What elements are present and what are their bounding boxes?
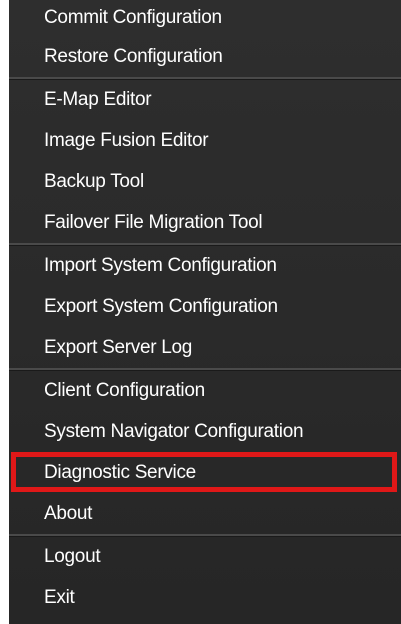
menu-item-system-navigator-configuration[interactable]: System Navigator Configuration bbox=[9, 411, 401, 452]
menu-item-commit-configuration[interactable]: Commit Configuration bbox=[9, 0, 401, 36]
menu-item-image-fusion-editor[interactable]: Image Fusion Editor bbox=[9, 120, 401, 161]
menu-item-logout[interactable]: Logout bbox=[9, 536, 401, 577]
menu-item-export-server-log[interactable]: Export Server Log bbox=[9, 327, 401, 368]
menu-group-configuration: Commit Configuration Restore Configurati… bbox=[9, 0, 401, 79]
menu-item-about[interactable]: About bbox=[9, 493, 401, 534]
menu-group-import-export: Import System Configuration Export Syste… bbox=[9, 245, 401, 370]
context-menu: Commit Configuration Restore Configurati… bbox=[9, 0, 401, 624]
menu-item-import-system-configuration[interactable]: Import System Configuration bbox=[9, 245, 401, 286]
menu-item-exit[interactable]: Exit bbox=[9, 577, 401, 618]
menu-item-client-configuration[interactable]: Client Configuration bbox=[9, 370, 401, 411]
menu-item-export-system-configuration[interactable]: Export System Configuration bbox=[9, 286, 401, 327]
menu-group-tools: E-Map Editor Image Fusion Editor Backup … bbox=[9, 79, 401, 245]
menu-item-backup-tool[interactable]: Backup Tool bbox=[9, 161, 401, 202]
menu-group-session: Logout Exit bbox=[9, 536, 401, 618]
menu-item-emap-editor[interactable]: E-Map Editor bbox=[9, 79, 401, 120]
menu-item-diagnostic-service[interactable]: Diagnostic Service bbox=[9, 452, 401, 493]
menu-item-failover-file-migration-tool[interactable]: Failover File Migration Tool bbox=[9, 202, 401, 243]
menu-item-restore-configuration[interactable]: Restore Configuration bbox=[9, 36, 401, 77]
menu-group-client: Client Configuration System Navigator Co… bbox=[9, 370, 401, 536]
